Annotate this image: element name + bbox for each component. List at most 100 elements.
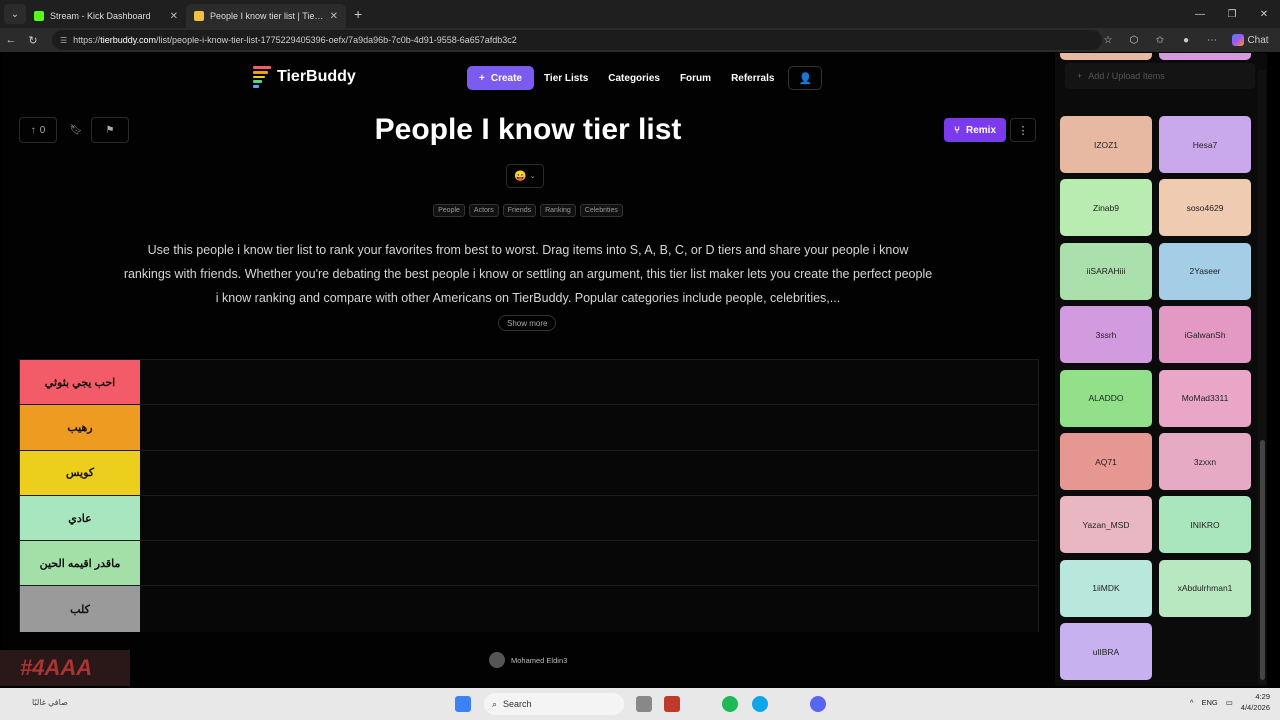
item-card[interactable]: IZOZ1 <box>1060 116 1152 173</box>
item-card[interactable]: INIKRO <box>1159 496 1251 554</box>
main-nav: + Create Tier Lists Categories Forum Ref… <box>467 66 823 90</box>
tag-list: People Actors Friends Ranking Celebritie… <box>3 204 1053 217</box>
add-upload-items-button[interactable]: + Add / Upload Items <box>1065 63 1255 89</box>
site-info-icon[interactable]: ☰ <box>60 36 67 45</box>
panel-scroll-thumb[interactable] <box>1260 440 1265 680</box>
item-card[interactable]: 3zxxn <box>1159 433 1251 490</box>
user-account-icon[interactable]: 👤 <box>788 66 823 90</box>
url-field[interactable]: ☰ https://tierbuddy.com/list/people-i-kn… <box>52 30 1102 50</box>
tier-label[interactable]: عادي <box>20 495 140 541</box>
item-card[interactable]: 1iiMDK <box>1060 559 1152 617</box>
copilot-chat-button[interactable]: Chat <box>1228 30 1272 50</box>
item-card[interactable]: Hesa7 <box>1159 116 1251 173</box>
reaction-emoji: 😛 <box>514 170 527 182</box>
item-card[interactable] <box>1060 53 1152 60</box>
list-description: Use this people i know tier list to rank… <box>123 243 933 305</box>
close-icon[interactable]: ✕ <box>330 11 338 22</box>
restore-icon[interactable]: ❐ <box>1216 0 1248 28</box>
weather-widget[interactable]: صافي غالبًا <box>32 698 68 707</box>
spotify-icon[interactable] <box>722 696 738 712</box>
tier-label[interactable]: كويس <box>20 450 140 495</box>
profile-avatar-icon[interactable]: ● <box>1176 30 1196 50</box>
tier-label[interactable]: احب يجي بثوثي <box>20 360 140 405</box>
app-icon[interactable] <box>664 696 680 712</box>
kick-favicon-icon <box>34 11 44 21</box>
tier-drop-zone[interactable] <box>140 586 1038 632</box>
nav-forum[interactable]: Forum <box>670 66 721 90</box>
item-card[interactable]: MoMad3311 <box>1159 369 1251 427</box>
search-label: Search <box>503 699 532 709</box>
nav-tier-lists[interactable]: Tier Lists <box>534 66 598 90</box>
item-card[interactable]: iiSARAHiii <box>1060 242 1152 300</box>
item-card[interactable] <box>1159 53 1251 60</box>
extensions-icon[interactable]: ⬡ <box>1124 30 1144 50</box>
tier-row: ماقدر اقيمه الحين <box>20 541 1038 587</box>
nav-referrals[interactable]: Referrals <box>721 66 784 90</box>
back-icon[interactable]: ← <box>0 30 22 50</box>
close-icon[interactable]: ✕ <box>170 11 178 22</box>
item-card[interactable]: iGalwanSh <box>1159 306 1251 364</box>
tray-chevron-icon[interactable]: ^ <box>1190 698 1194 707</box>
taskbar-search[interactable]: ⌕ Search <box>484 693 624 715</box>
item-card[interactable]: xAbdulrhman1 <box>1159 559 1251 617</box>
item-card[interactable]: ALADDO <box>1060 369 1152 427</box>
clock[interactable]: 4:29 4/4/2026 <box>1241 691 1270 713</box>
menu-dots-icon[interactable]: ⋯ <box>1202 30 1222 50</box>
close-window-icon[interactable]: ✕ <box>1248 0 1280 28</box>
network-icon[interactable]: ▭ <box>1226 698 1233 707</box>
reaction-button[interactable]: 😛 ⌄ <box>506 164 544 188</box>
site-logo[interactable]: TierBuddy <box>253 66 356 88</box>
item-card[interactable]: ulIBRA <box>1060 623 1152 681</box>
tier-drop-zone[interactable] <box>140 405 1038 450</box>
tab-list-button[interactable]: ⌄ <box>4 4 26 24</box>
item-card[interactable]: 3ssrh <box>1060 306 1152 364</box>
show-more-button[interactable]: Show more <box>498 315 557 331</box>
language-indicator[interactable]: ENG <box>1201 698 1217 707</box>
branch-icon: ⑂ <box>954 124 960 136</box>
item-card[interactable]: AQ71 <box>1060 433 1152 490</box>
create-button[interactable]: + Create <box>467 66 534 90</box>
items-panel: + Add / Upload Items IZOZ1 Hesa7 Zinab9 sos… <box>1055 53 1267 686</box>
file-explorer-icon[interactable] <box>636 696 652 712</box>
new-tab-button[interactable]: + <box>354 6 362 22</box>
tier-drop-zone[interactable] <box>140 360 1038 405</box>
item-card[interactable]: 2Yaseer <box>1159 242 1251 300</box>
tier-label[interactable]: ماقدر اقيمه الحين <box>20 541 140 586</box>
more-options-button[interactable]: ⋮ <box>1010 118 1036 142</box>
item-card[interactable]: soso4629 <box>1159 179 1251 237</box>
tier-row: عادي <box>20 495 1038 542</box>
logo-text: TierBuddy <box>277 68 356 85</box>
windows-start-icon[interactable] <box>455 696 471 712</box>
nav-categories[interactable]: Categories <box>598 66 670 90</box>
tag[interactable]: Actors <box>468 204 499 217</box>
tag[interactable]: Celebrities <box>579 204 623 217</box>
tier-label[interactable]: رهيب <box>20 405 140 450</box>
tag[interactable]: People <box>433 204 465 217</box>
tab-title: Stream - Kick Dashboard <box>50 11 151 21</box>
remix-button[interactable]: ⑂ Remix <box>944 118 1007 142</box>
item-card[interactable]: Yazan_MSD <box>1060 496 1152 554</box>
edge-icon[interactable] <box>752 696 768 712</box>
author-credit[interactable]: Mohamed Eldin3 <box>489 652 567 668</box>
tier-drop-zone[interactable] <box>140 450 1038 495</box>
item-card[interactable]: Zinab9 <box>1060 179 1152 237</box>
page-title: People I know tier list <box>374 113 682 146</box>
tier-row: رهيب <box>20 405 1038 451</box>
favorite-star-icon[interactable]: ☆ <box>1098 30 1118 50</box>
tier-drop-zone[interactable] <box>140 495 1038 541</box>
plus-icon: + <box>479 72 485 84</box>
tab-tierbuddy[interactable]: People I know tier list | TierBuddy ✕ <box>186 4 346 28</box>
chat-label: Chat <box>1247 34 1269 46</box>
favorites-icon[interactable]: ✩ <box>1150 30 1170 50</box>
tab-kick-dashboard[interactable]: Stream - Kick Dashboard ✕ <box>26 4 186 28</box>
tag[interactable]: Friends <box>502 204 537 217</box>
refresh-icon[interactable]: ↻ <box>22 30 44 50</box>
discord-icon[interactable] <box>810 696 826 712</box>
browser-tab-bar: ⌄ Stream - Kick Dashboard ✕ People I kno… <box>0 0 1280 28</box>
tag[interactable]: Ranking <box>540 204 576 217</box>
tier-label[interactable]: كلب <box>20 586 140 632</box>
minimize-icon[interactable]: — <box>1184 0 1216 28</box>
copilot-icon <box>1232 34 1244 46</box>
tier-drop-zone[interactable] <box>140 541 1038 586</box>
author-avatar <box>489 652 505 668</box>
